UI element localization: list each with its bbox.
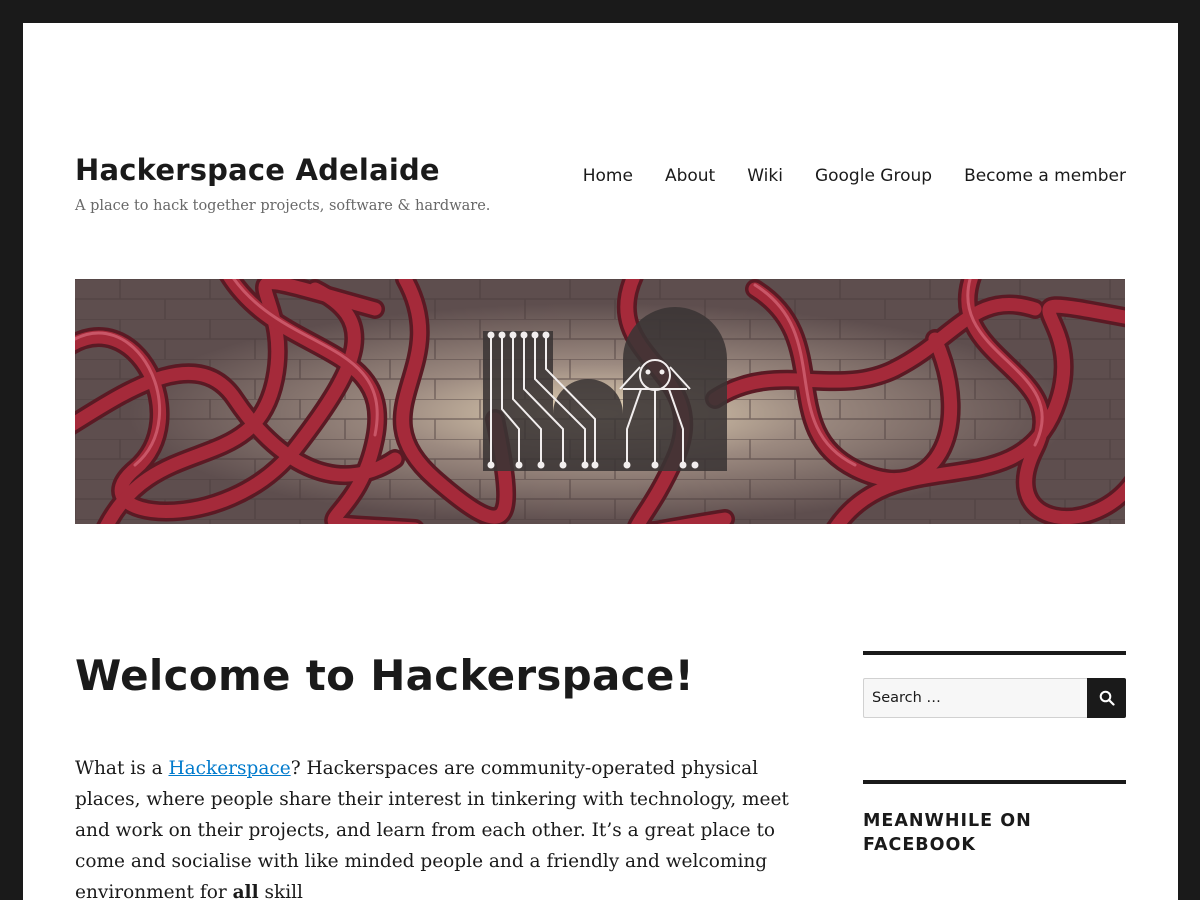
- banner-artwork: [75, 279, 1125, 524]
- widget-divider: [863, 780, 1126, 784]
- page: Hackerspace Adelaide A place to hack tog…: [23, 23, 1178, 900]
- nav-item-wiki[interactable]: Wiki: [747, 166, 783, 186]
- post-intro-text-continued: ? Hackerspaces are community-operated ph…: [75, 758, 789, 900]
- sidebar: Meanwhile on Facebook: [863, 651, 1126, 857]
- nav-item-home[interactable]: Home: [583, 166, 633, 186]
- widget-divider: [863, 651, 1126, 655]
- nav-item-become-a-member[interactable]: Become a member: [964, 166, 1126, 186]
- post-intro-bold-word: all: [232, 882, 259, 900]
- post-intro-text-end: skill: [258, 882, 303, 900]
- search-icon: [1099, 690, 1115, 706]
- hackerspace-link[interactable]: Hackerspace: [168, 758, 290, 779]
- site-description: A place to hack together projects, softw…: [75, 198, 491, 214]
- search-submit-button[interactable]: [1087, 678, 1126, 718]
- facebook-widget-title: Meanwhile on Facebook: [863, 811, 1032, 855]
- post-intro-text: What is a: [75, 758, 169, 779]
- nav-item-google-group[interactable]: Google Group: [815, 166, 932, 186]
- post-intro-paragraph: What is a Hackerspace? Hackerspaces are …: [75, 753, 820, 900]
- search-form: [863, 678, 1126, 718]
- site-title[interactable]: Hackerspace Adelaide: [75, 153, 440, 187]
- nav-item-about[interactable]: About: [665, 166, 715, 186]
- post-title[interactable]: Welcome to Hackerspace!: [75, 651, 694, 700]
- search-input[interactable]: [863, 678, 1087, 718]
- header-banner-image[interactable]: [75, 279, 1125, 524]
- main-navigation: Home About Wiki Google Group Become a me…: [583, 166, 1126, 186]
